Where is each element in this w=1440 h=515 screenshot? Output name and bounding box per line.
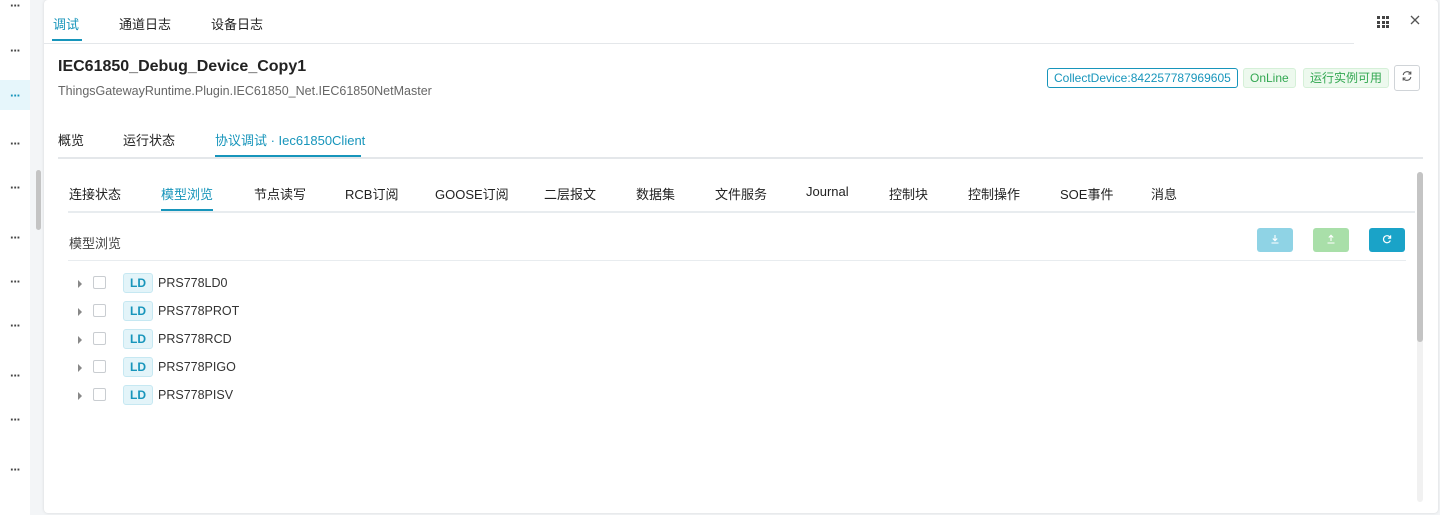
tree-node-label[interactable]: PRS778PROT (158, 304, 239, 318)
more-icon[interactable]: ··· (0, 404, 30, 434)
tab-device-log[interactable]: 设备日志 (211, 14, 263, 33)
section-tab-bar: 概览 运行状态 协议调试 · Iec61850Client (58, 118, 1423, 159)
upload-button[interactable] (1313, 228, 1349, 252)
tab-dataset[interactable]: 数据集 (636, 184, 675, 203)
tab-channel-log[interactable]: 通道日志 (119, 14, 171, 33)
node-type-tag: LD (123, 273, 153, 293)
sidebar-scrollbar[interactable] (36, 170, 41, 230)
tree-node: LD PRS778LD0 (78, 273, 378, 295)
tree-node: LD PRS778RCD (78, 329, 378, 351)
more-icon[interactable]: ··· (0, 454, 30, 484)
refresh-button[interactable] (1394, 65, 1420, 91)
download-icon (1270, 231, 1280, 249)
tab-rcb-subscribe[interactable]: RCB订阅 (345, 184, 398, 203)
tab-debug[interactable]: 调试 (53, 14, 79, 33)
instance-status-badge: 运行实例可用 (1303, 68, 1390, 88)
tab-overview[interactable]: 概览 (58, 130, 84, 149)
device-plugin-name: ThingsGatewayRuntime.Plugin.IEC61850_Net… (58, 84, 432, 98)
tab-model-browse[interactable]: 模型浏览 (161, 184, 213, 203)
panel-title: 模型浏览 (69, 236, 122, 251)
upload-icon (1326, 231, 1336, 249)
left-sidebar: ··· ··· ··· ··· ··· ··· ··· ··· ··· ··· … (0, 0, 30, 515)
more-icon[interactable]: ··· (0, 0, 30, 20)
refresh-icon (1401, 69, 1413, 87)
active-tab-indicator (215, 155, 361, 157)
tree-node-checkbox[interactable] (93, 332, 106, 345)
tree-node-checkbox[interactable] (93, 304, 106, 317)
node-type-tag: LD (123, 301, 153, 321)
download-button[interactable] (1257, 228, 1293, 252)
tab-control-block[interactable]: 控制块 (889, 184, 928, 203)
tab-goose-subscribe[interactable]: GOOSE订阅 (435, 184, 509, 203)
close-icon[interactable] (1410, 14, 1420, 28)
tree-node-checkbox[interactable] (93, 388, 106, 401)
node-type-tag: LD (123, 385, 153, 405)
node-type-tag: LD (123, 357, 153, 377)
tab-messages[interactable]: 消息 (1151, 184, 1177, 203)
tree-node: LD PRS778PIGO (78, 357, 378, 379)
caret-right-icon[interactable] (78, 364, 82, 372)
tree-node-label[interactable]: PRS778RCD (158, 332, 232, 346)
tree-node: LD PRS778PISV (78, 385, 378, 407)
top-tab-bar: 调试 通道日志 设备日志 (44, 0, 1354, 44)
tree-node-checkbox[interactable] (93, 360, 106, 373)
tab-node-read-write[interactable]: 节点读写 (254, 184, 306, 203)
caret-right-icon[interactable] (78, 308, 82, 316)
panel-divider (68, 260, 1406, 261)
grid-icon[interactable] (1377, 16, 1389, 28)
tab-control-operation[interactable]: 控制操作 (968, 184, 1020, 203)
tab-protocol-debug[interactable]: 协议调试 · Iec61850Client (215, 130, 365, 149)
more-icon[interactable]: ··· (0, 172, 30, 202)
tab-soe-events[interactable]: SOE事件 (1060, 184, 1113, 203)
more-icon[interactable]: ··· (0, 360, 30, 390)
more-icon[interactable]: ··· (0, 128, 30, 158)
collect-device-badge: CollectDevice:842257787969605 (1047, 68, 1238, 88)
tree-node-checkbox[interactable] (93, 276, 106, 289)
tab-journal[interactable]: Journal (806, 184, 849, 199)
device-title: IEC61850_Debug_Device_Copy1 (58, 58, 307, 75)
content-scrollbar[interactable] (1417, 172, 1423, 342)
caret-right-icon[interactable] (78, 336, 82, 344)
tree-node-label[interactable]: PRS778PISV (158, 388, 233, 402)
tab-connection-status[interactable]: 连接状态 (69, 184, 121, 203)
more-icon[interactable]: ··· (0, 80, 30, 110)
tab-file-service[interactable]: 文件服务 (715, 184, 767, 203)
caret-right-icon[interactable] (78, 392, 82, 400)
more-icon[interactable]: ··· (0, 310, 30, 340)
tab-runtime-status[interactable]: 运行状态 (123, 130, 175, 149)
node-type-tag: LD (123, 329, 153, 349)
tree-node-label[interactable]: PRS778LD0 (158, 276, 228, 290)
debug-window: 调试 通道日志 设备日志 IEC61850_Debug_Device_Copy1… (44, 0, 1438, 513)
sub-tab-bar: 连接状态 模型浏览 节点读写 RCB订阅 GOOSE订阅 二层报文 数据集 文件… (68, 175, 1415, 213)
reload-icon (1382, 231, 1392, 249)
tree-node-label[interactable]: PRS778PIGO (158, 360, 236, 374)
active-tab-indicator (52, 39, 82, 41)
tree-node: LD PRS778PROT (78, 301, 378, 323)
reload-button[interactable] (1369, 228, 1405, 252)
tab-layer2-frames[interactable]: 二层报文 (544, 184, 596, 203)
online-status-badge: OnLine (1243, 68, 1296, 88)
caret-right-icon[interactable] (78, 280, 82, 288)
more-icon[interactable]: ··· (0, 35, 30, 65)
more-icon[interactable]: ··· (0, 266, 30, 296)
more-icon[interactable]: ··· (0, 222, 30, 252)
active-tab-indicator (161, 209, 213, 211)
